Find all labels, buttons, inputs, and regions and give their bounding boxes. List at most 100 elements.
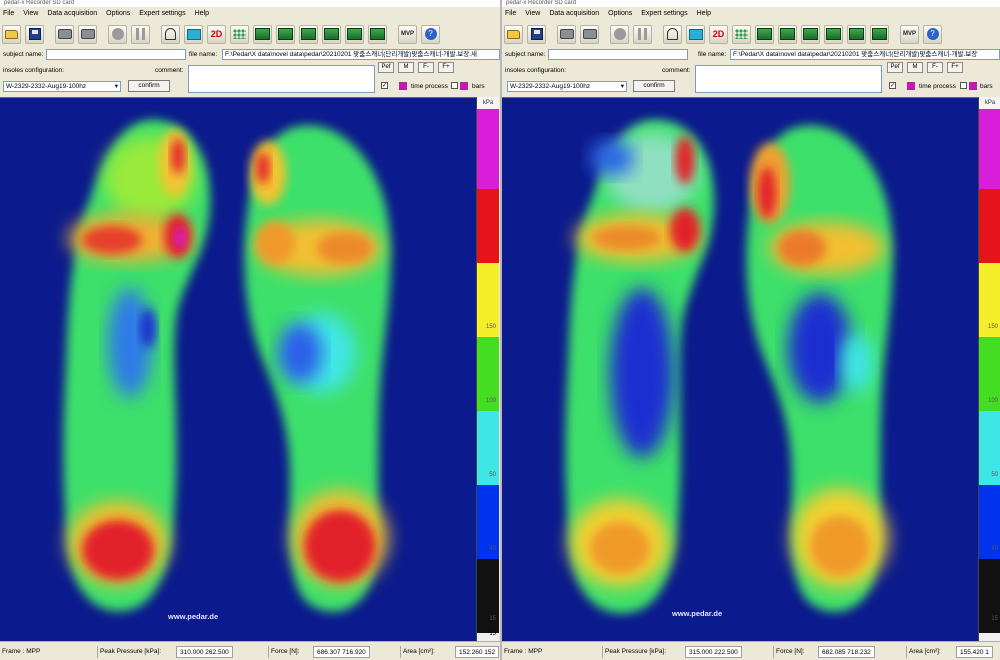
view-button[interactable] xyxy=(686,24,705,44)
bars-checkbox[interactable] xyxy=(960,82,967,89)
toolbar-separator xyxy=(154,25,157,44)
mvp-button[interactable]: MVP xyxy=(900,24,919,44)
insoles-configuration-select[interactable]: W-2329-2332-Aug19-100hz ▾ xyxy=(3,81,121,92)
rewind-button[interactable] xyxy=(276,24,295,44)
view-button[interactable] xyxy=(184,24,203,44)
colorbar-segment-red xyxy=(979,189,1000,263)
bars-swatch xyxy=(460,82,468,90)
pressure-map-svg xyxy=(565,119,893,614)
2d-view-button[interactable]: 2D xyxy=(207,24,226,44)
print-button[interactable] xyxy=(78,24,97,44)
area-label: Area [cm²]: xyxy=(400,646,435,658)
help-button[interactable]: ? xyxy=(421,24,440,44)
menu-expert-settings[interactable]: Expert settings xyxy=(641,8,687,20)
print-preview-button[interactable] xyxy=(557,24,576,44)
step-forward-button[interactable] xyxy=(368,24,387,44)
f-minus-button[interactable]: F- xyxy=(927,62,943,73)
menu-view[interactable]: View xyxy=(525,8,540,20)
pause-button[interactable] xyxy=(633,24,652,44)
left-mtp1-hotspot xyxy=(670,208,700,252)
print-button[interactable] xyxy=(580,24,599,44)
m-button[interactable]: M xyxy=(907,62,923,73)
help-button[interactable]: ? xyxy=(923,24,942,44)
pause-button[interactable] xyxy=(131,24,150,44)
rewind-button[interactable] xyxy=(778,24,797,44)
file-name-label: file name: xyxy=(698,51,727,58)
save-button[interactable] xyxy=(527,24,546,44)
pef-button[interactable]: Pef xyxy=(887,62,903,73)
colorbar-segment-white xyxy=(979,633,1000,641)
menu-view[interactable]: View xyxy=(23,8,38,20)
f-plus-button[interactable]: F+ xyxy=(947,62,963,73)
bell-icon xyxy=(165,28,176,40)
time-process-swatch xyxy=(907,82,915,90)
left-hallux-hotspot xyxy=(675,136,695,184)
subject-name-label: subject name: xyxy=(3,51,44,58)
open-button[interactable] xyxy=(2,24,21,44)
trigger-button[interactable] xyxy=(161,24,180,44)
mvp-button[interactable]: MVP xyxy=(398,24,417,44)
trigger-button[interactable] xyxy=(663,24,682,44)
colorbar-tick: 40 xyxy=(991,546,998,552)
toolbar: 2D MVP ? xyxy=(502,20,1000,48)
file-name-field[interactable]: F:\Pedar\X data\novel data\pedar\2021020… xyxy=(730,49,1000,60)
bars-label: bars xyxy=(472,83,485,90)
dropdown-arrow-icon: ▾ xyxy=(114,83,118,90)
f-plus-button[interactable]: F+ xyxy=(438,62,454,73)
pause-icon xyxy=(638,28,647,40)
print-preview-button[interactable] xyxy=(55,24,74,44)
right-forefoot-hotspot xyxy=(778,230,826,266)
file-name-field[interactable]: F:\Pedar\X data\novel data\pedar\2021020… xyxy=(222,49,500,60)
time-process-checkbox[interactable]: ✓ xyxy=(889,82,896,89)
play-button[interactable] xyxy=(299,24,318,44)
sensor-grid-icon xyxy=(735,29,748,39)
sensor-grid-button[interactable] xyxy=(732,24,751,44)
stop-button[interactable] xyxy=(824,24,843,44)
record-button[interactable] xyxy=(108,24,127,44)
step-back-button[interactable] xyxy=(253,24,272,44)
menu-file[interactable]: File xyxy=(505,8,516,20)
save-button[interactable] xyxy=(25,24,44,44)
step-back-button[interactable] xyxy=(755,24,774,44)
2d-view-button[interactable]: 2D xyxy=(709,24,728,44)
time-process-checkbox[interactable]: ✓ xyxy=(381,82,388,89)
comment-input[interactable] xyxy=(695,65,882,93)
menu-help[interactable]: Help xyxy=(195,8,209,20)
sensor-grid-button[interactable] xyxy=(230,24,249,44)
pressure-map-left: www.pedar.de xyxy=(0,97,476,641)
comment-input[interactable] xyxy=(188,65,375,93)
pef-button[interactable]: Pef xyxy=(378,62,394,73)
menu-data-acquisition[interactable]: Data acquisition xyxy=(549,8,599,20)
bars-checkbox[interactable] xyxy=(451,82,458,89)
view-icon xyxy=(688,28,703,40)
confirm-button[interactable]: confirm xyxy=(633,80,675,92)
forward-button[interactable] xyxy=(345,24,364,44)
confirm-button[interactable]: confirm xyxy=(128,80,170,92)
open-button[interactable] xyxy=(504,24,523,44)
area-values: 152.260 152 xyxy=(455,646,500,658)
force-values: 686.307 716.920 xyxy=(313,646,370,658)
menu-help[interactable]: Help xyxy=(697,8,711,20)
m-button[interactable]: M xyxy=(398,62,414,73)
stop-button[interactable] xyxy=(322,24,341,44)
sensor-grid-icon xyxy=(233,29,246,39)
left-hallux-peak xyxy=(171,138,185,174)
step-forward-button[interactable] xyxy=(870,24,889,44)
menu-data-acquisition[interactable]: Data acquisition xyxy=(47,8,97,20)
menu-expert-settings[interactable]: Expert settings xyxy=(139,8,185,20)
right-arch-low xyxy=(278,323,322,383)
record-button[interactable] xyxy=(610,24,629,44)
menu-file[interactable]: File xyxy=(3,8,14,20)
time-process-swatch xyxy=(399,82,407,90)
subject-name-input[interactable] xyxy=(46,49,186,60)
subject-name-input[interactable] xyxy=(548,49,688,60)
menu-options[interactable]: Options xyxy=(106,8,130,20)
right-hallux-peak xyxy=(256,152,270,184)
menu-options[interactable]: Options xyxy=(608,8,632,20)
insoles-configuration-select[interactable]: W-2329-2332-Aug19-100hz ▾ xyxy=(507,81,627,92)
play-button[interactable] xyxy=(801,24,820,44)
f-minus-button[interactable]: F- xyxy=(418,62,434,73)
toolbar-separator xyxy=(893,25,896,44)
forward-button[interactable] xyxy=(847,24,866,44)
floppy-disk-icon xyxy=(530,28,543,40)
